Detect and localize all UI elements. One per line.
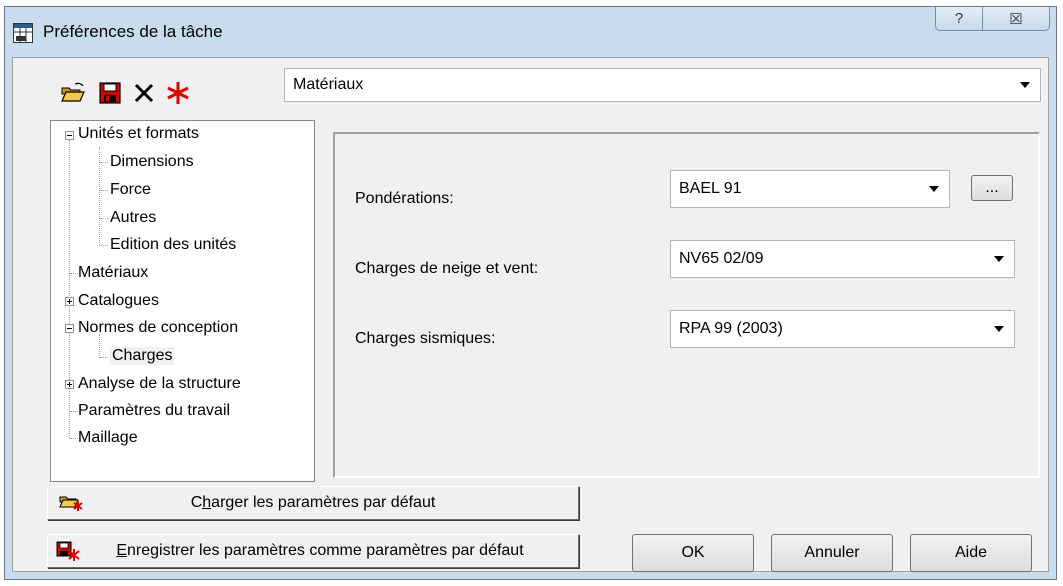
collapse-icon[interactable] [65,324,74,333]
preferences-tree[interactable]: Unités et formats Dimensions Force Autre… [50,120,315,482]
load-defaults-button[interactable]: Charger les paramètres par défaut [47,486,579,520]
tree-item-units[interactable]: Unités et formats [78,125,199,143]
tree-item-charges[interactable]: Charges [110,347,175,365]
dialog-client: Matériaux Unités et formats Dimensions F… [12,57,1049,572]
close-icon: ☒ [1009,10,1023,28]
chevron-down-icon [994,256,1004,262]
ponderations-value: BAEL 91 [679,180,742,197]
settings-panel: Pondérations: BAEL 91 ... Charges de nei… [333,132,1040,478]
tree-item-dimensions[interactable]: Dimensions [110,153,194,171]
title-bar[interactable]: Préférences de la tâche ? ☒ [5,7,1056,57]
window-title: Préférences de la tâche [43,22,223,41]
sismiques-value: RPA 99 (2003) [679,320,783,337]
help-title-button[interactable]: ? [935,7,983,31]
delete-x-icon[interactable] [131,80,157,106]
tree-item-materiaux[interactable]: Matériaux [78,264,148,282]
save-disk-icon[interactable] [97,80,123,106]
chevron-down-icon [994,326,1004,332]
tree-item-edition-unites[interactable]: Edition des unités [110,236,236,254]
browse-button[interactable]: ... [971,175,1013,201]
neige-vent-label: Charges de neige et vent: [355,260,539,277]
category-select[interactable]: Matériaux [284,68,1041,102]
neige-vent-select[interactable]: NV65 02/09 [670,240,1015,278]
ponderations-label: Pondérations: [355,190,454,207]
expand-icon[interactable] [65,380,74,389]
ok-button[interactable]: OK [632,534,754,572]
expand-icon[interactable] [65,297,74,306]
sismiques-label: Charges sismiques: [355,330,496,347]
dialog-window: Préférences de la tâche ? ☒ Matériaux Un… [4,6,1057,580]
tree-item-normes[interactable]: Normes de conception [78,319,238,337]
tree-item-catalogues[interactable]: Catalogues [78,292,159,310]
tree-item-analyse[interactable]: Analyse de la structure [78,375,241,393]
tree-item-force[interactable]: Force [110,181,151,199]
red-star-icon[interactable] [165,80,191,106]
load-defaults-icon [59,496,83,511]
chevron-down-icon [1020,82,1030,88]
tree-item-maillage[interactable]: Maillage [78,429,138,447]
save-defaults-button[interactable]: Enregistrer les paramètres comme paramèt… [47,534,579,568]
open-folder-icon[interactable] [60,80,86,106]
neige-vent-value: NV65 02/09 [679,250,764,267]
collapse-icon[interactable] [65,131,74,140]
ponderations-select[interactable]: BAEL 91 [670,170,950,208]
browse-label: ... [985,179,999,196]
chevron-down-icon [929,186,939,192]
cancel-button[interactable]: Annuler [771,534,893,572]
tree-item-autres[interactable]: Autres [110,209,156,227]
help-icon: ? [954,10,964,27]
app-icon [13,23,33,43]
tree-item-parametres[interactable]: Paramètres du travail [78,402,230,420]
category-select-value: Matériaux [293,76,364,93]
help-button[interactable]: Aide [910,534,1032,572]
close-button[interactable]: ☒ [982,7,1050,31]
sismiques-select[interactable]: RPA 99 (2003) [670,310,1015,348]
save-defaults-icon [56,541,80,561]
